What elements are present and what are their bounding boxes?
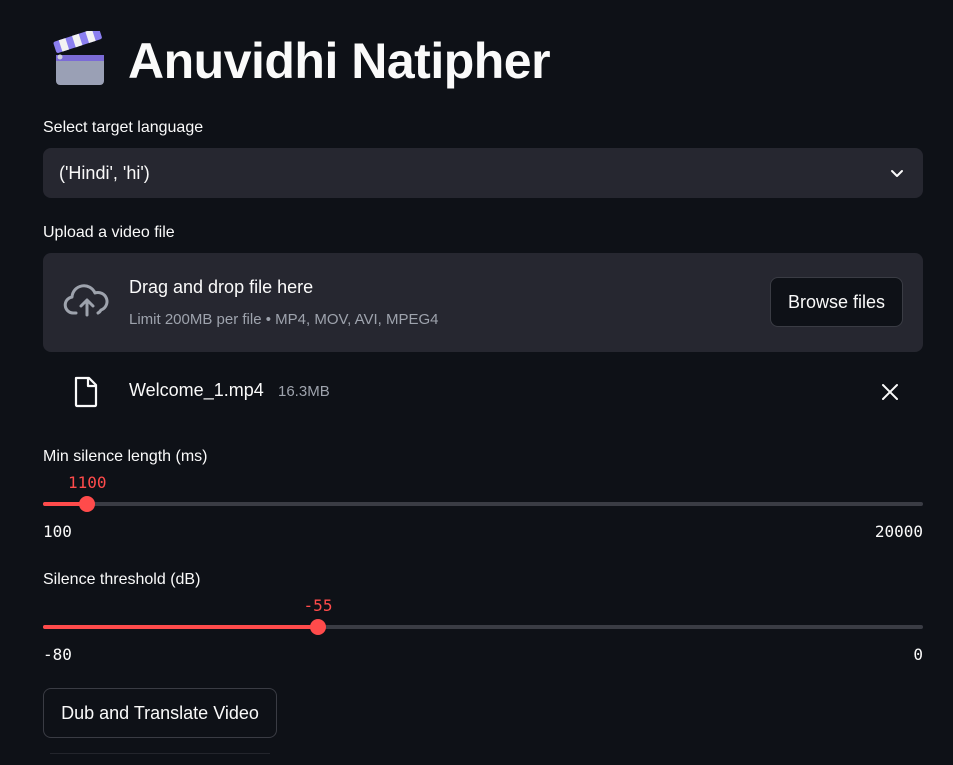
silence-threshold-thumb[interactable] [310,619,326,635]
silence-length-slider[interactable] [43,496,923,512]
file-name: Welcome_1.mp4 [129,380,264,400]
file-size: 16.3MB [278,383,330,400]
silence-length-value: 1100 [67,473,107,492]
app-page: Anuvidhi Natipher Select target language… [0,0,953,765]
silence-length-max: 20000 [874,522,923,541]
upload-label: Upload a video file [43,224,175,241]
silence-threshold-slider[interactable] [43,619,923,635]
divider [50,753,270,754]
cloud-upload-icon [63,284,109,317]
clapperboard-icon [53,31,104,85]
page-title: Anuvidhi Natipher [50,28,551,94]
dub-translate-button[interactable]: Dub and Translate Video [43,688,277,738]
language-select-label: Select target language [43,119,204,136]
dropzone-subtitle: Limit 200MB per file • MP4, MOV, AVI, MP… [129,311,439,328]
file-icon [74,376,98,408]
uploaded-file-row: Welcome_1.mp4 16.3MB [43,372,923,412]
silence-length-label: Min silence length (ms) [43,448,208,465]
language-select[interactable]: ('Hindi', 'hi') [43,148,923,198]
silence-threshold-value: -55 [303,596,333,615]
dropzone-title: Drag and drop file here [129,277,314,297]
silence-length-min: 100 [43,522,72,541]
silence-threshold-min: -80 [43,645,72,664]
silence-threshold-max: 0 [913,645,923,664]
language-select-value: ('Hindi', 'hi') [59,162,150,183]
browse-files-button[interactable]: Browse files [770,277,903,327]
silence-threshold-fill [43,625,318,629]
chevron-down-icon[interactable] [889,165,905,181]
silence-length-thumb[interactable] [79,496,96,512]
close-icon[interactable] [881,383,899,401]
silence-threshold-label: Silence threshold (dB) [43,571,201,588]
file-dropzone[interactable]: Drag and drop file here Limit 200MB per … [43,253,923,352]
app-title-text: Anuvidhi Natipher [128,33,551,89]
